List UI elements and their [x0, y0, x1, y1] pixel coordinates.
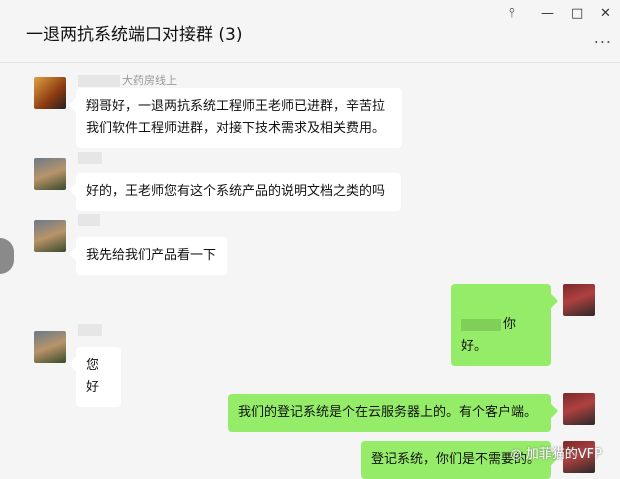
my-avatar[interactable]	[563, 393, 595, 425]
chat-title: 一退两抗系统端口对接群 (3)	[26, 25, 243, 45]
my-avatar[interactable]	[563, 284, 595, 316]
sender-name	[78, 213, 102, 226]
maximize-icon[interactable]: □	[571, 6, 583, 21]
redacted-name	[78, 152, 102, 164]
redacted-name	[461, 318, 501, 331]
chat-header: 一退两抗系统端口对接群 (3) ⫯ — □ ✕ ...	[0, 0, 620, 63]
sender-name: 大药房线上	[78, 72, 177, 88]
watermark: ◎ 加菲猫的VFP	[510, 443, 602, 462]
message-bubble[interactable]: 翔哥好，一退两抗系统工程师王老师已进群，辛苦拉 我们软件工程师进群，对接下技术需…	[76, 88, 402, 148]
avatar[interactable]	[34, 331, 66, 363]
more-options-icon[interactable]: ...	[594, 28, 612, 47]
redacted-name	[78, 75, 120, 87]
minimize-icon[interactable]: —	[541, 6, 554, 21]
avatar[interactable]	[34, 158, 66, 190]
sender-name	[78, 151, 104, 164]
sender-label: 大药房线上	[122, 74, 177, 87]
close-icon[interactable]: ✕	[600, 6, 611, 21]
watermark-text: 加菲猫的VFP	[525, 447, 602, 462]
avatar[interactable]	[34, 220, 66, 252]
redacted-name	[78, 324, 102, 336]
message-bubble-outgoing[interactable]: 我们的登记系统是个在云服务器上的。有个客户端。	[228, 394, 551, 432]
redacted-name	[78, 214, 100, 226]
wechat-icon: ◎	[510, 447, 522, 462]
message-bubble[interactable]: 您好	[76, 347, 121, 407]
sender-name	[78, 323, 104, 336]
avatar[interactable]	[34, 77, 66, 109]
message-bubble[interactable]: 好的，王老师您有这个系统产品的说明文档之类的吗	[76, 173, 401, 211]
message-list[interactable]: 大药房线上 翔哥好，一退两抗系统工程师王老师已进群，辛苦拉 我们软件工程师进群，…	[0, 63, 620, 479]
pin-icon[interactable]: ⫯	[509, 6, 515, 21]
message-bubble-outgoing[interactable]: 你好。	[451, 284, 551, 366]
message-bubble[interactable]: 我先给我们产品看一下	[76, 237, 227, 275]
